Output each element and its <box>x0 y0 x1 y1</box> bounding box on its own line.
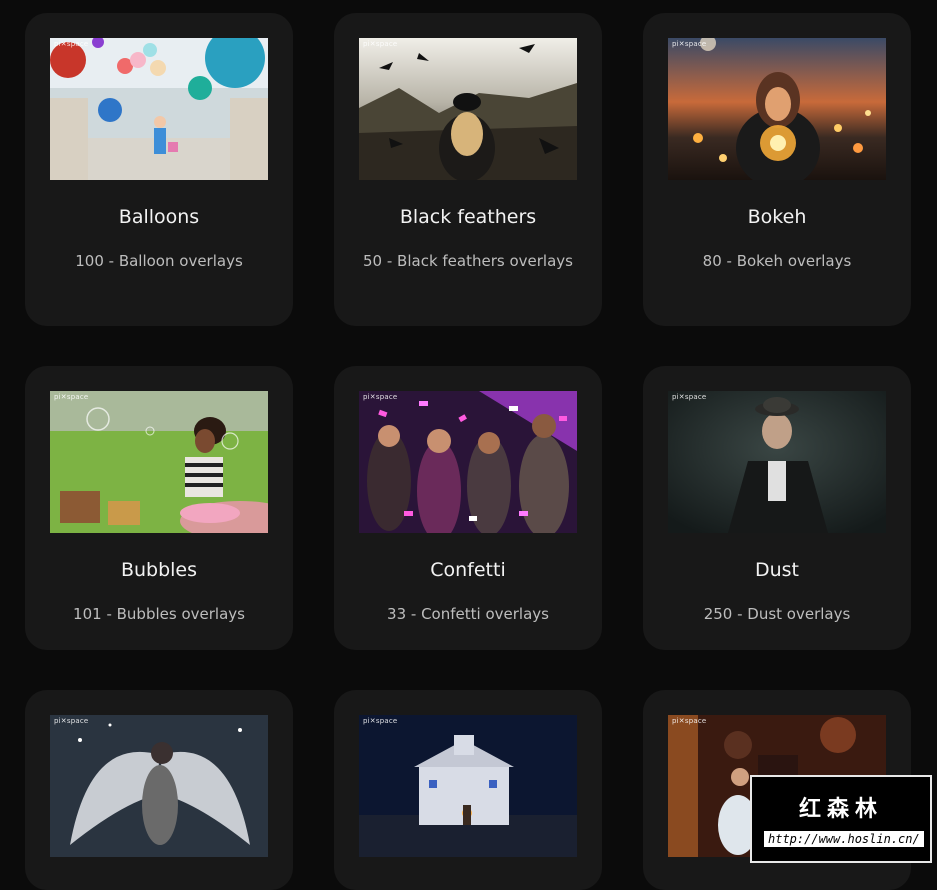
site-watermark-badge: 红森林 http://www.hoslin.cn/ <box>750 775 932 863</box>
overlay-card-dust[interactable]: pi✕space Dust 250 - Dust overlays <box>643 366 911 650</box>
bokeh-image <box>668 38 886 180</box>
wings-thumbnail[interactable]: pi✕space <box>50 715 268 857</box>
dust-image <box>668 391 886 533</box>
badge-chinese-text: 红森林 <box>798 797 883 822</box>
confetti-image <box>359 391 577 533</box>
card-subtitle: 33 - Confetti overlays <box>387 605 549 623</box>
watermark-text: pi✕space <box>672 393 707 401</box>
overlay-card-black-feathers[interactable]: pi✕space Black feathers 50 - Black feath… <box>334 13 602 326</box>
card-title[interactable]: Balloons <box>25 206 293 228</box>
card-subtitle: 101 - Bubbles overlays <box>73 605 245 623</box>
black-feathers-thumbnail[interactable]: pi✕space <box>359 38 577 180</box>
bubbles-image <box>50 391 268 533</box>
card-subtitle: 50 - Black feathers overlays <box>363 252 573 270</box>
overlay-card-bubbles[interactable]: pi✕space Bubbles 101 - Bubbles overlays <box>25 366 293 650</box>
watermark-text: pi✕space <box>54 717 89 725</box>
overlay-card-wings[interactable]: pi✕space <box>25 690 293 890</box>
watermark-text: pi✕space <box>54 40 89 48</box>
watermark-text: pi✕space <box>363 393 398 401</box>
badge-url: http://www.hoslin.cn/ <box>764 831 924 847</box>
bubbles-thumbnail[interactable]: pi✕space <box>50 391 268 533</box>
overlay-card-night-house[interactable]: pi✕space <box>334 690 602 890</box>
watermark-text: pi✕space <box>363 717 398 725</box>
watermark-text: pi✕space <box>672 40 707 48</box>
card-title[interactable]: Bokeh <box>643 206 911 228</box>
card-subtitle: 100 - Balloon overlays <box>75 252 243 270</box>
watermark-text: pi✕space <box>54 393 89 401</box>
bokeh-thumbnail[interactable]: pi✕space <box>668 38 886 180</box>
card-title[interactable]: Bubbles <box>25 559 293 581</box>
card-title[interactable]: Black feathers <box>334 206 602 228</box>
balloons-image <box>50 38 268 180</box>
confetti-thumbnail[interactable]: pi✕space <box>359 391 577 533</box>
dust-thumbnail[interactable]: pi✕space <box>668 391 886 533</box>
card-title[interactable]: Dust <box>643 559 911 581</box>
night-house-image <box>359 715 577 857</box>
card-subtitle: 80 - Bokeh overlays <box>702 252 852 270</box>
black-feathers-image <box>359 38 577 180</box>
overlay-card-bokeh[interactable]: pi✕space Bokeh 80 - Bokeh overlays <box>643 13 911 326</box>
card-subtitle: 250 - Dust overlays <box>703 605 851 623</box>
balloons-thumbnail[interactable]: pi✕space <box>50 38 268 180</box>
watermark-text: pi✕space <box>672 717 707 725</box>
overlay-card-confetti[interactable]: pi✕space Confetti 33 - Confetti overlays <box>334 366 602 650</box>
wings-image <box>50 715 268 857</box>
night-house-thumbnail[interactable]: pi✕space <box>359 715 577 857</box>
watermark-text: pi✕space <box>363 40 398 48</box>
overlay-card-balloons[interactable]: pi✕space Balloons 100 - Balloon overlays <box>25 13 293 326</box>
card-title[interactable]: Confetti <box>334 559 602 581</box>
